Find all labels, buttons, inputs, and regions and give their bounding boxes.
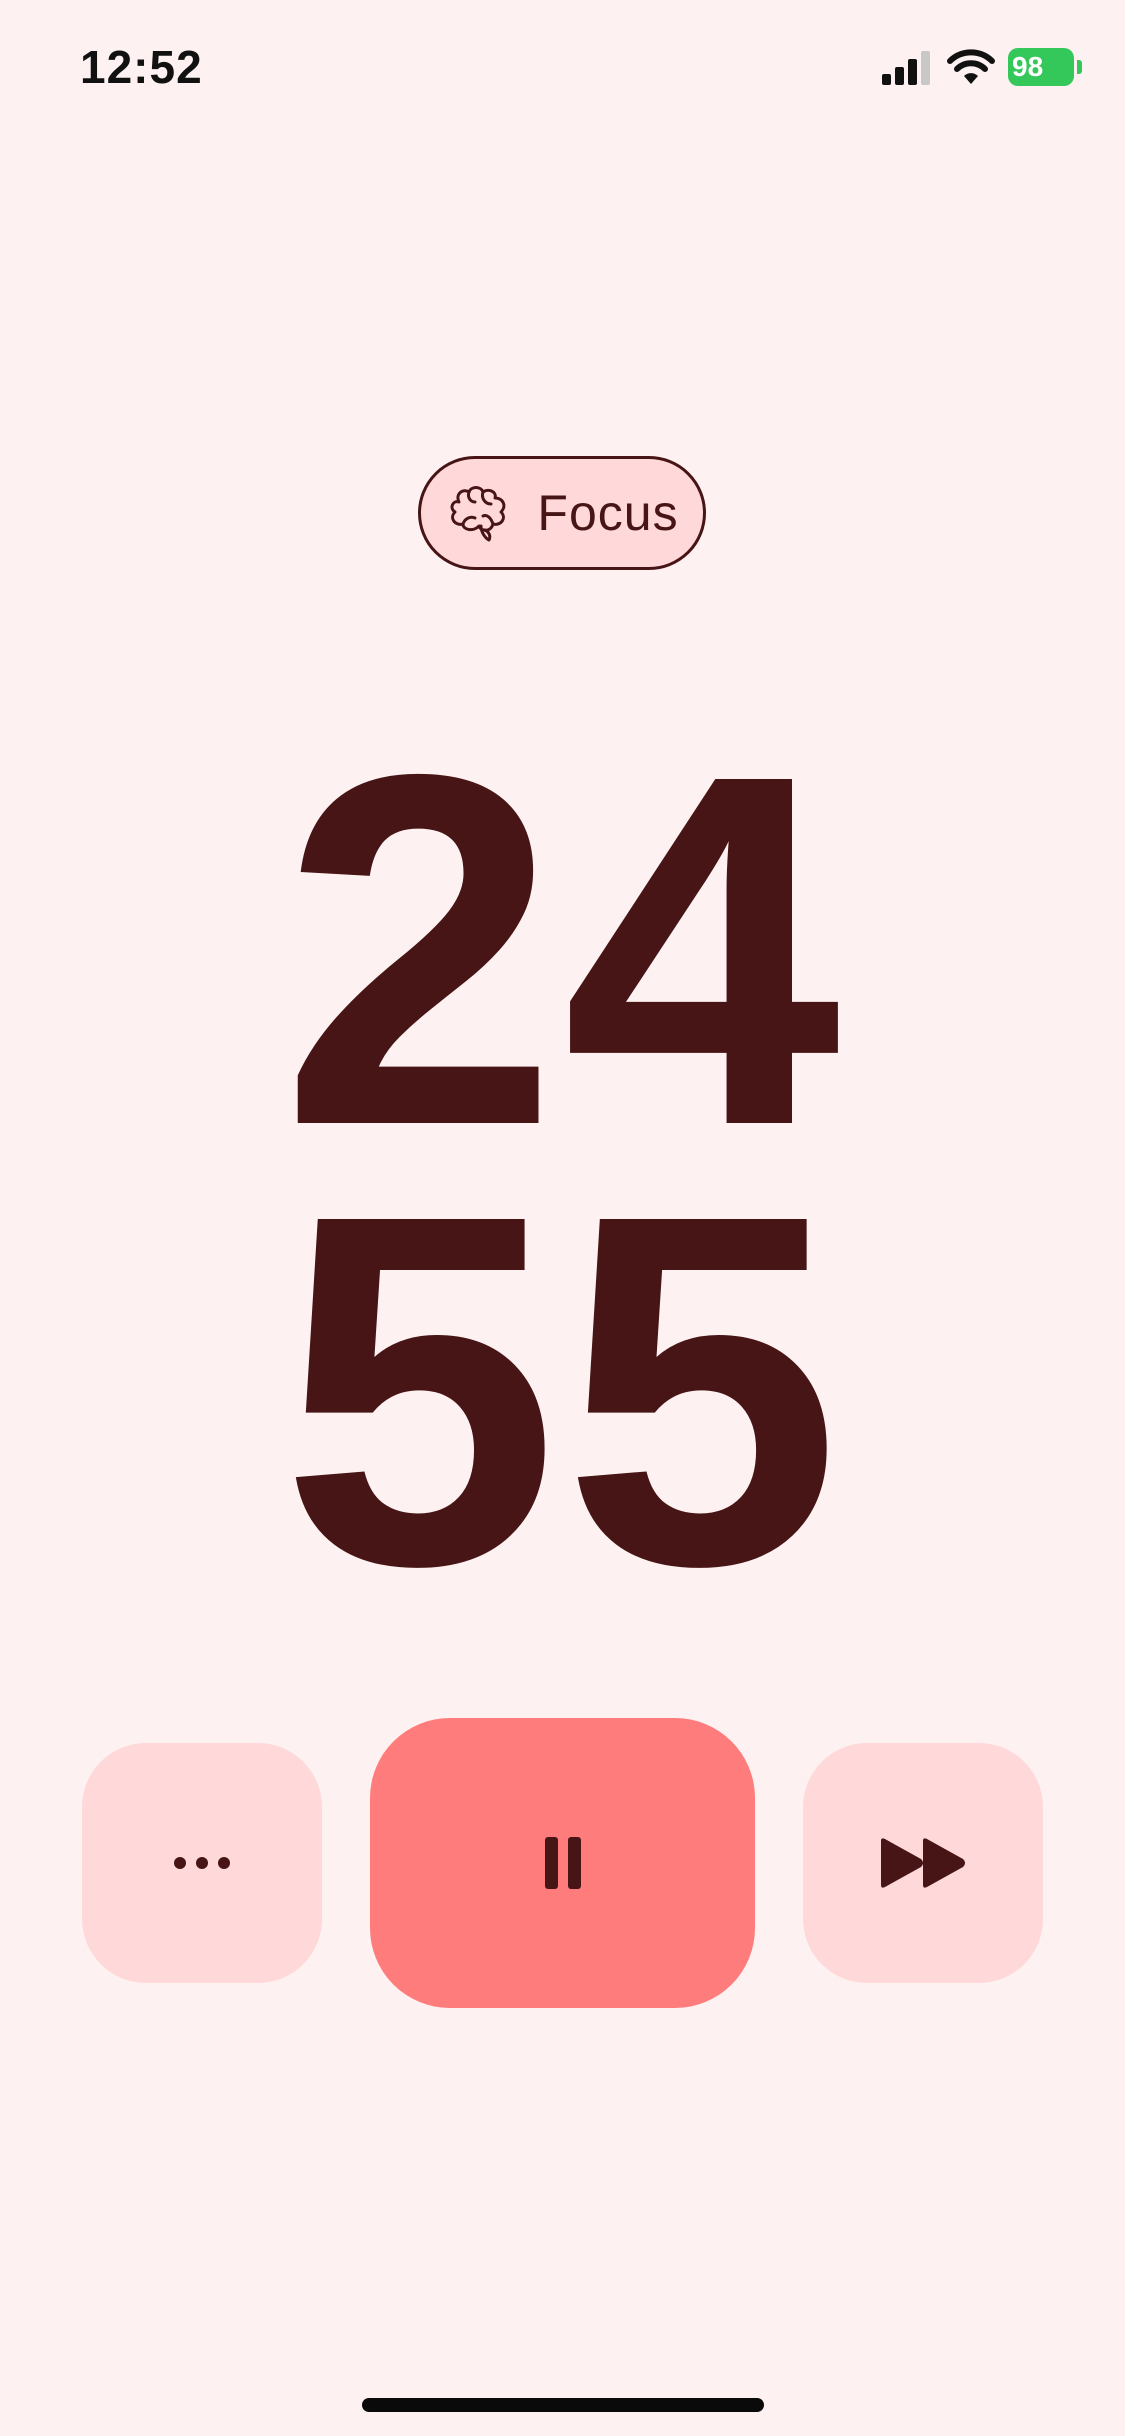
timer-minutes: 24 (280, 670, 845, 1229)
battery-percent: 98 (1012, 51, 1044, 82)
cellular-signal-icon (882, 51, 930, 85)
timer-seconds: 55 (280, 1110, 845, 1669)
skip-forward-icon (881, 1838, 965, 1888)
home-indicator[interactable] (362, 2398, 764, 2412)
pause-button[interactable] (370, 1718, 755, 2008)
mode-pill[interactable]: Focus (418, 456, 706, 570)
pause-icon (544, 1837, 581, 1889)
brain-icon (450, 486, 506, 542)
skip-button[interactable] (803, 1743, 1043, 1983)
status-time: 12:52 (80, 41, 203, 93)
battery-level: 98 (1008, 48, 1074, 86)
status-bar: 12:52 98 (0, 0, 1125, 140)
more-dots-icon (174, 1857, 230, 1869)
mode-label: Focus (537, 485, 679, 541)
wifi-icon (947, 49, 995, 84)
battery-indicator: 98 (1008, 48, 1084, 88)
battery-cap (1077, 60, 1082, 74)
more-button[interactable] (82, 1743, 322, 1983)
